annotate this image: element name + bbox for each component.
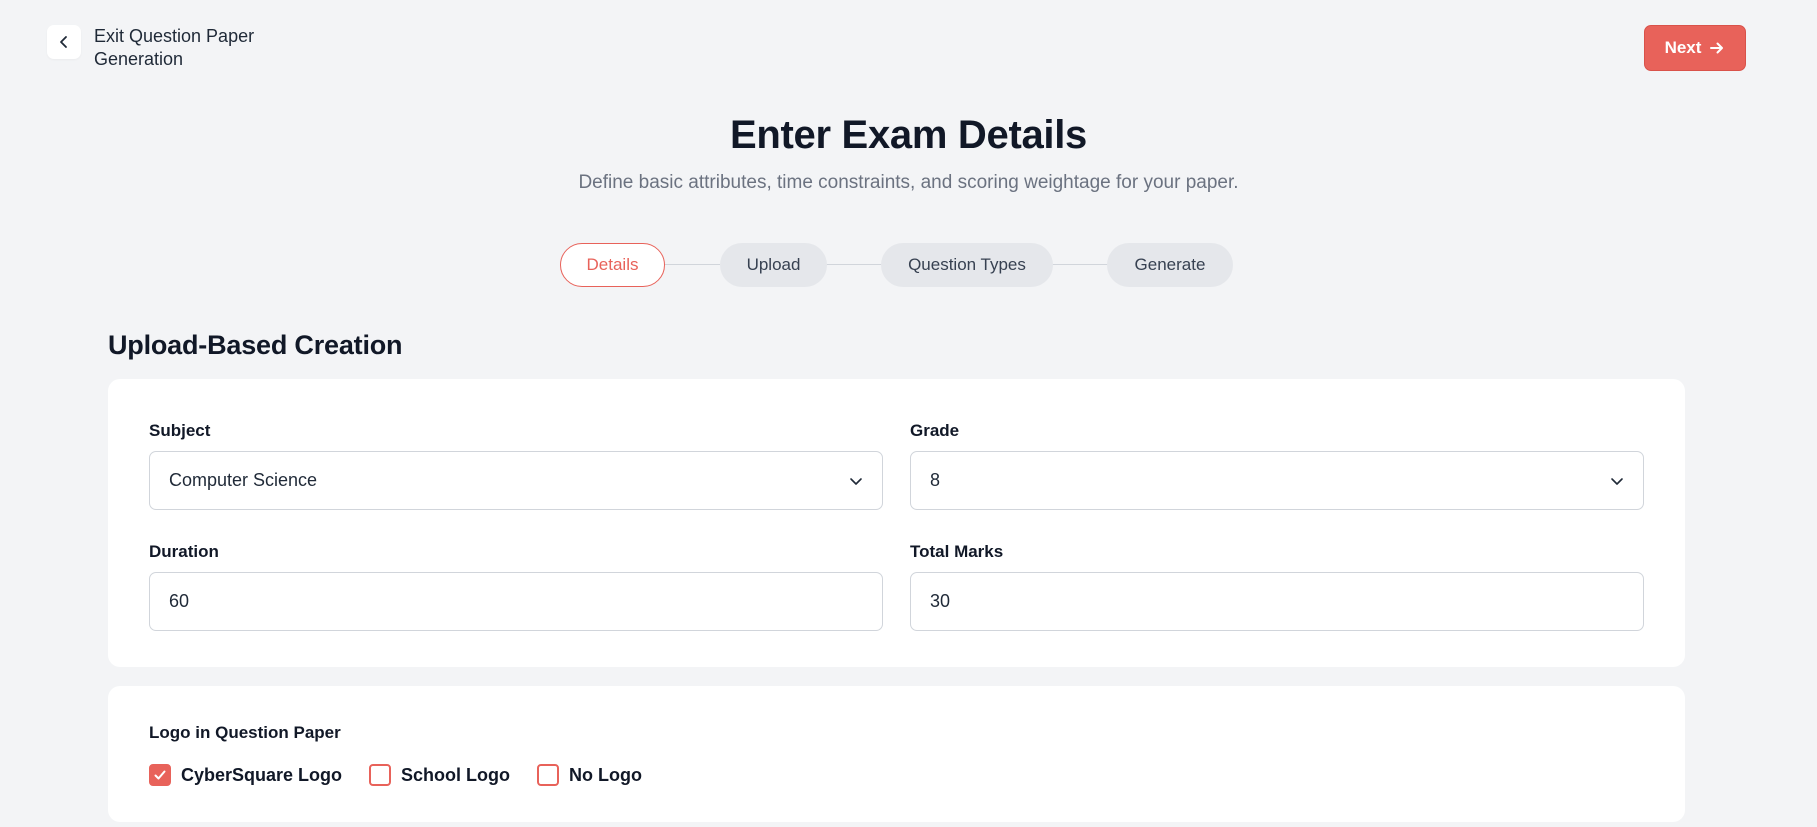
stepper: Details Upload Question Types Generate	[560, 243, 1233, 287]
logo-options: CyberSquare Logo School Logo No Logo	[149, 764, 669, 786]
chevron-down-icon	[849, 474, 863, 488]
logo-label: Logo in Question Paper	[149, 723, 341, 742]
checkbox-checked[interactable]	[149, 764, 171, 786]
step-generate[interactable]: Generate	[1107, 243, 1233, 287]
duration-input[interactable]: 60	[149, 572, 883, 631]
exam-details-card: Subject Computer Science Grade 8 Duratio…	[108, 379, 1685, 667]
step-connector	[664, 264, 720, 265]
option-label: No Logo	[569, 764, 642, 785]
duration-value: 60	[169, 591, 190, 611]
section-title: Upload-Based Creation	[108, 330, 403, 360]
next-label: Next	[1664, 38, 1702, 57]
checkbox-unchecked[interactable]	[369, 764, 392, 786]
option-cybersquare-logo[interactable]: CyberSquare Logo	[149, 764, 342, 786]
subject-select[interactable]: Computer Science	[149, 451, 883, 510]
exit-label[interactable]: Exit Question Paper Generation	[94, 25, 274, 71]
logo-card: Logo in Question Paper CyberSquare Logo …	[108, 686, 1685, 822]
subject-value: Computer Science	[169, 470, 318, 490]
option-label: CyberSquare Logo	[181, 764, 343, 785]
page-subtitle: Define basic attributes, time constraint…	[578, 172, 1239, 193]
option-school-logo[interactable]: School Logo	[369, 764, 510, 786]
step-connector	[826, 264, 882, 265]
grade-label: Grade	[910, 421, 960, 440]
duration-label: Duration	[149, 542, 219, 561]
grade-select[interactable]: 8	[910, 451, 1644, 510]
exit-generation[interactable]: Exit Question Paper Generation	[47, 25, 274, 71]
back-button[interactable]	[47, 25, 81, 59]
grade-value: 8	[930, 470, 941, 490]
page-title: Enter Exam Details	[730, 113, 1087, 157]
step-question-types[interactable]: Question Types	[881, 243, 1053, 287]
step-details[interactable]: Details	[560, 243, 665, 287]
total-marks-value: 30	[930, 591, 951, 611]
check-icon	[154, 770, 166, 780]
total-marks-label: Total Marks	[910, 542, 1004, 561]
subject-label: Subject	[149, 421, 211, 440]
chevron-left-icon	[60, 36, 67, 48]
next-button[interactable]: Next	[1644, 25, 1746, 71]
checkbox-unchecked[interactable]	[537, 764, 560, 786]
arrow-right-icon	[1710, 42, 1724, 54]
chevron-down-icon	[1610, 474, 1624, 488]
option-label: School Logo	[401, 764, 511, 785]
total-marks-input[interactable]: 30	[910, 572, 1644, 631]
step-upload[interactable]: Upload	[720, 243, 827, 287]
option-no-logo[interactable]: No Logo	[537, 764, 642, 786]
step-connector	[1052, 264, 1108, 265]
